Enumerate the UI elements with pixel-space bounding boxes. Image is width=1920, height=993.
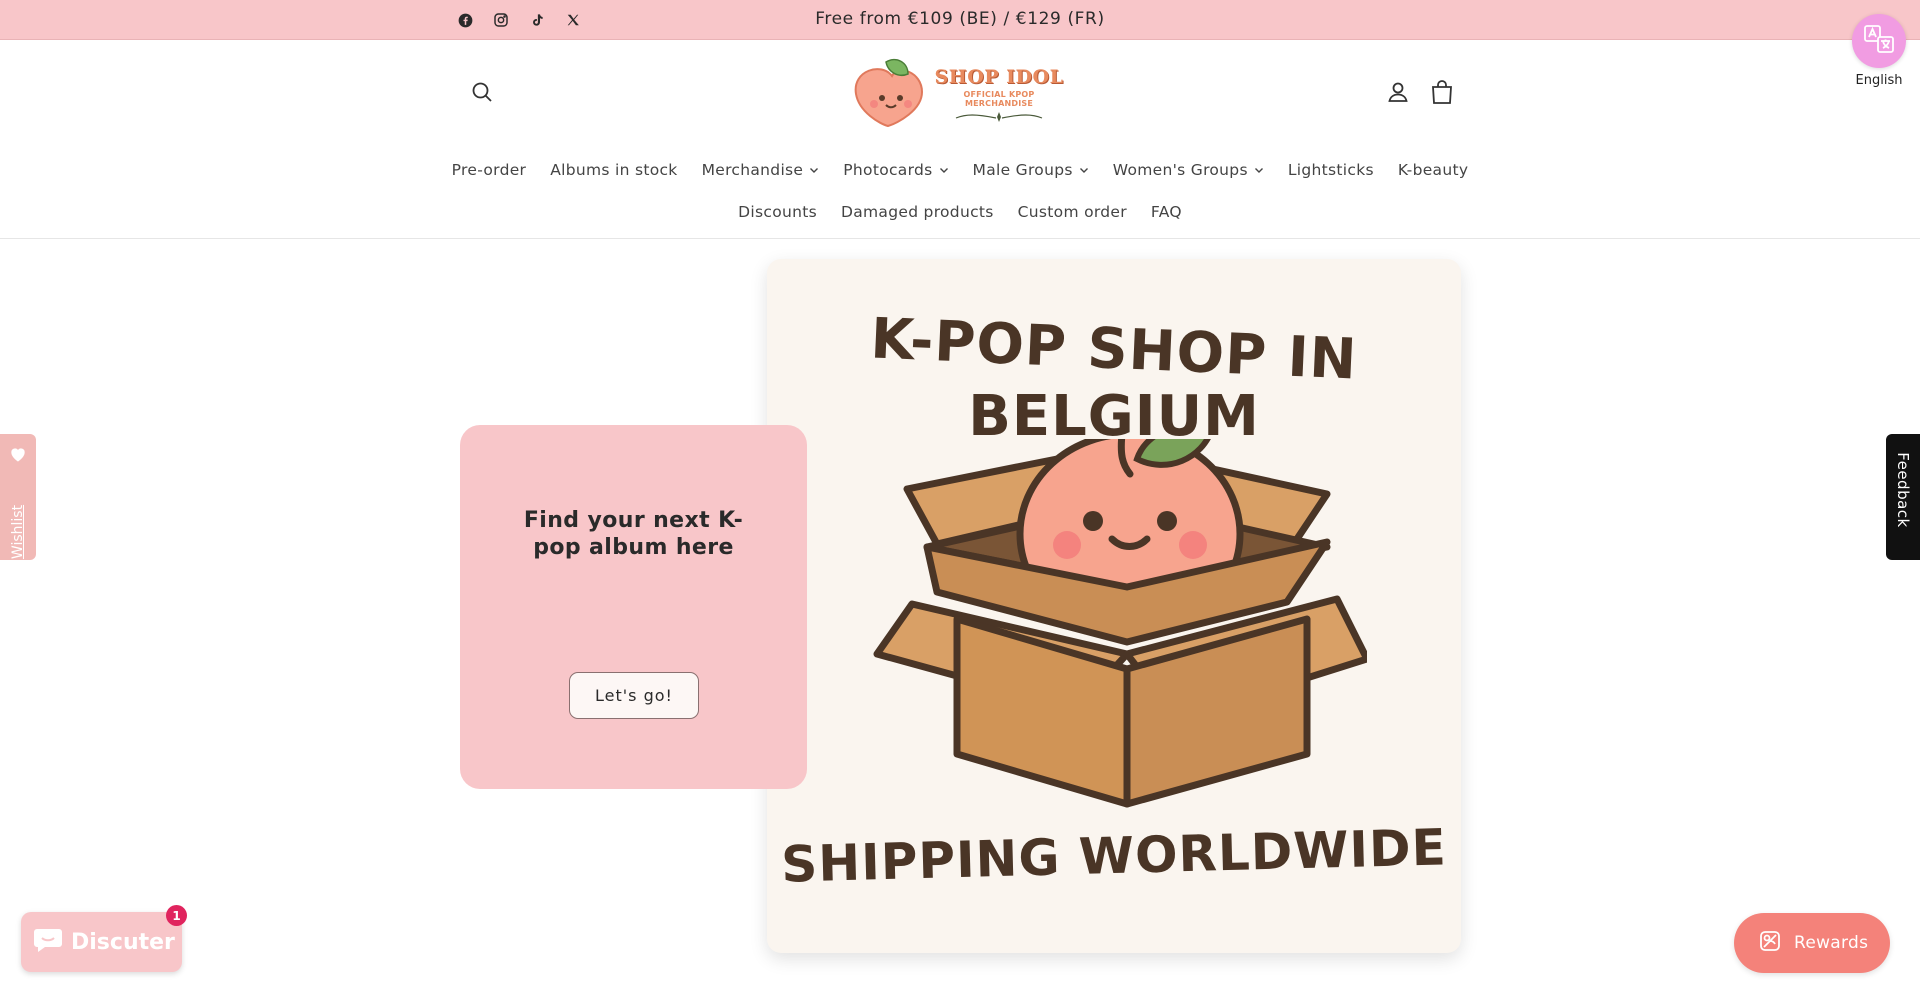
chevron-down-icon <box>1254 165 1264 175</box>
chevron-down-icon <box>939 165 949 175</box>
nav-label: Photocards <box>843 161 933 179</box>
peach-mascot-icon <box>854 58 924 128</box>
nav-item-damaged-products[interactable]: Damaged products <box>829 203 1006 221</box>
nav-label: Damaged products <box>840 203 994 221</box>
nav-label: K-beauty <box>1397 161 1469 179</box>
chevron-down-icon <box>809 165 819 175</box>
nav-item-male-groups[interactable]: Male Groups <box>961 161 1101 179</box>
lets-go-button[interactable]: Let's go! <box>569 672 699 719</box>
rewards-button[interactable]: Rewards <box>1734 913 1890 973</box>
nav-label: Merchandise <box>701 161 804 179</box>
hero-text-card: Find your next K-pop album here Let's go… <box>460 425 807 789</box>
peach-in-box-illustration <box>873 439 1367 808</box>
wishlist-label: Wishlist <box>10 504 26 560</box>
rewards-label: Rewards <box>1794 933 1869 953</box>
nav-label: Custom order <box>1017 203 1127 221</box>
chat-bubble-icon <box>33 926 63 958</box>
nav-item-pre-order[interactable]: Pre-order <box>440 161 539 179</box>
nav-label: Pre-order <box>451 161 527 179</box>
hero-banner-image: K-POP SHOP IN BELGIUM SHIPPING WORLDWIDE <box>767 259 1461 953</box>
hero-title: Find your next K-pop album here <box>523 508 744 560</box>
nav-item-faq[interactable]: FAQ <box>1139 203 1194 221</box>
wishlist-tab[interactable]: Wishlist <box>0 434 36 560</box>
nav-item-custom-order[interactable]: Custom order <box>1006 203 1139 221</box>
logo-title: SHOP IDOL <box>934 66 1064 88</box>
search-icon[interactable] <box>470 80 494 104</box>
nav-item-lightsticks[interactable]: Lightsticks <box>1276 161 1386 179</box>
gift-icon <box>1758 929 1782 957</box>
main-nav-row-1: Pre-order Albums in stock Merchandise Ph… <box>0 161 1920 179</box>
nav-item-albums-in-stock[interactable]: Albums in stock <box>538 161 689 179</box>
heart-icon <box>8 444 28 464</box>
nav-item-womens-groups[interactable]: Women's Groups <box>1101 161 1276 179</box>
announcement-bar: Free from €109 (BE) / €129 (FR) <box>0 0 1920 40</box>
nav-item-photocards[interactable]: Photocards <box>831 161 960 179</box>
nav-label: Women's Groups <box>1112 161 1248 179</box>
account-icon[interactable] <box>1386 80 1410 104</box>
logo-wordmark: SHOP IDOL OFFICIAL KPOP MERCHANDISE <box>932 66 1066 128</box>
nav-label: Discounts <box>738 203 817 221</box>
chevron-down-icon <box>1079 165 1089 175</box>
chat-notification-badge: 1 <box>166 905 187 926</box>
nav-label: Albums in stock <box>550 161 678 179</box>
nav-item-merchandise[interactable]: Merchandise <box>690 161 832 179</box>
hero-image-line-1: K-POP SHOP IN <box>869 306 1359 393</box>
nav-item-k-beauty[interactable]: K-beauty <box>1386 161 1480 179</box>
cart-icon[interactable] <box>1430 79 1454 105</box>
chat-label: Discuter <box>71 929 175 955</box>
feedback-label: Feedback <box>1894 452 1912 528</box>
nav-item-discounts[interactable]: Discounts <box>726 203 829 221</box>
chat-button[interactable]: Discuter <box>21 912 182 972</box>
nav-label: Male Groups <box>972 161 1073 179</box>
announcement-text: Free from €109 (BE) / €129 (FR) <box>815 9 1105 29</box>
feedback-tab[interactable]: Feedback <box>1886 434 1920 560</box>
main-nav-row-2: Discounts Damaged products Custom order … <box>0 203 1920 221</box>
nav-label: Lightsticks <box>1287 161 1374 179</box>
site-header: SHOP IDOL OFFICIAL KPOP MERCHANDISE Pre-… <box>0 40 1920 239</box>
hero-image-line-3: SHIPPING WORLDWIDE <box>780 818 1448 894</box>
shop-logo[interactable]: SHOP IDOL OFFICIAL KPOP MERCHANDISE <box>848 52 1070 132</box>
nav-label: FAQ <box>1150 203 1182 221</box>
laurel-ornament-icon <box>955 112 1043 122</box>
logo-subtitle: OFFICIAL KPOP MERCHANDISE <box>963 90 1035 108</box>
